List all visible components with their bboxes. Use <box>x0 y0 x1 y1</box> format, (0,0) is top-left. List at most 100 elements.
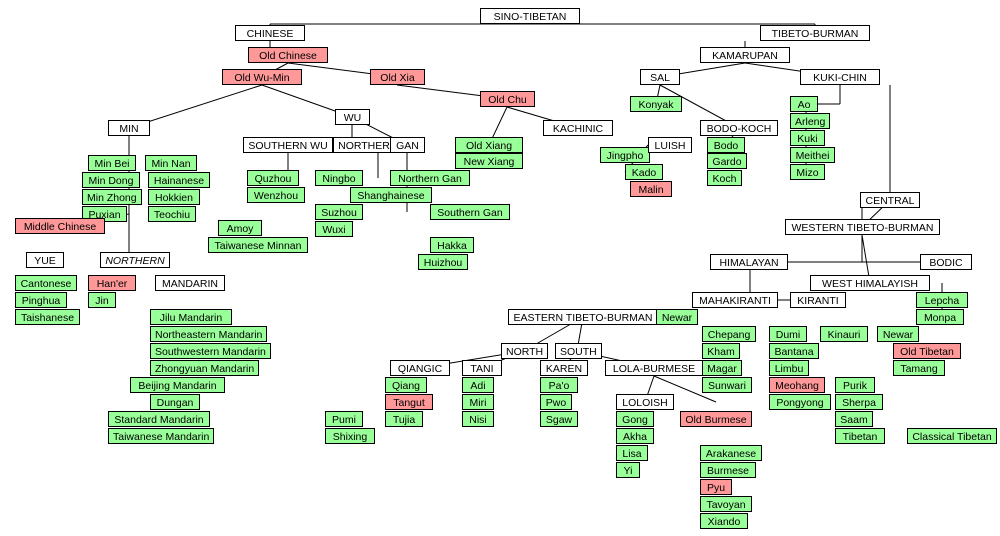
node-southwestern-mandarin: Southwestern Mandarin <box>150 343 271 359</box>
node-beijing-mandarin: Beijing Mandarin <box>130 377 225 393</box>
node-konyak: Konyak <box>630 96 682 112</box>
node-tujia: Tujia <box>385 411 423 427</box>
node-luish: LUISH <box>648 137 692 153</box>
node-northeastern-mandarin: Northeastern Mandarin <box>150 326 267 342</box>
node-sal: SAL <box>640 69 680 85</box>
node-shanghainese: Shanghainese <box>350 187 432 203</box>
node-gan: GAN <box>390 137 425 153</box>
node-tibetan: Tibetan <box>835 428 885 444</box>
node-tavoyan: Tavoyan <box>700 496 752 512</box>
node-pongyong: Pongyong <box>769 394 831 410</box>
node-wuxi: Wuxi <box>315 221 353 237</box>
node-min-dong: Min Dong <box>82 172 140 188</box>
node-west-himalayish: WEST HIMALAYISH <box>810 275 930 291</box>
node-old-chinese: Old Chinese <box>248 47 328 63</box>
node-old-chu: Old Chu <box>480 91 535 107</box>
node-akha: Akha <box>616 428 654 444</box>
node-pinghua: Pinghua <box>15 292 67 308</box>
node-wenzhou: Wenzhou <box>247 187 305 203</box>
node-mahakiranti: MAHAKIRANTI <box>692 292 778 308</box>
node-kuki: Kuki <box>790 130 825 146</box>
node-kham: Kham <box>702 343 740 359</box>
node-taishanese: Taishanese <box>15 309 80 325</box>
node-ningbo: Ningbo <box>315 170 363 186</box>
node-min-bei: Min Bei <box>88 155 136 171</box>
node-new-xiang: New Xiang <box>455 153 523 169</box>
node-chinese: CHINESE <box>235 25 305 41</box>
node-kiranti: KIRANTI <box>790 292 846 308</box>
node-adi: Adi <box>462 377 494 393</box>
node-koch: Koch <box>707 170 742 186</box>
node-arakanese: Arakanese <box>700 445 762 461</box>
node-cantonese: Cantonese <box>15 275 77 291</box>
node-bodo: Bodo <box>707 137 745 153</box>
node-haner: Han'er <box>88 275 136 291</box>
node-northern-gan: Northern Gan <box>390 170 470 186</box>
node-min: MIN <box>108 120 150 136</box>
node-old-xiang: Old Xiang <box>455 137 523 153</box>
node-lisa: Lisa <box>616 445 648 461</box>
node-qiangic: QIANGIC <box>390 360 450 376</box>
node-lepcha: Lepcha <box>916 292 968 308</box>
node-taiwanese-minnan: Taiwanese Minnan <box>208 237 308 253</box>
node-jilu-mandarin: Jilu Mandarin <box>150 309 232 325</box>
node-old-xia: Old Xia <box>370 69 425 85</box>
node-mandarin: MANDARIN <box>155 275 225 291</box>
node-hakka: Hakka <box>430 237 474 253</box>
node-suzhou: Suzhou <box>315 204 363 220</box>
node-purik: Purik <box>835 377 875 393</box>
node-north: NORTH <box>501 343 548 359</box>
node-southern-wu: SOUTHERN WU <box>243 137 333 153</box>
node-bodo-koch: BODO-KOCH <box>700 120 778 136</box>
node-middle-chinese: Middle Chinese <box>15 218 105 234</box>
node-xiando: Xiando <box>700 513 748 529</box>
node-newar: Newar <box>656 309 698 325</box>
node-wu: WU <box>335 109 370 125</box>
node-hainanese: Hainanese <box>148 172 210 188</box>
node-dumi: Dumi <box>769 326 807 342</box>
node-pyu: Pyu <box>700 479 732 495</box>
node-western-tibeto-burman: WESTERN TIBETO-BURMAN <box>785 219 940 235</box>
node-hokkien: Hokkien <box>148 189 200 205</box>
language-tree: SINO-TIBETANCHINESETIBETO-BURMANOld Chin… <box>0 0 1000 536</box>
node-shixing: Shixing <box>325 428 375 444</box>
node-taiwanese-mandarin: Taiwanese Mandarin <box>108 428 214 444</box>
node-bodic: BODIC <box>920 254 972 270</box>
node-kamarupan: KAMARUPAN <box>700 47 790 63</box>
node-kachinic: KACHINIC <box>543 120 613 136</box>
node-burmese: Burmese <box>700 462 756 478</box>
node-southern-gan: Southern Gan <box>430 204 510 220</box>
node-jin: Jin <box>88 292 116 308</box>
node-qiang: Qiang <box>385 377 427 393</box>
node-miri: Miri <box>462 394 494 410</box>
node-gardo: Gardo <box>707 153 747 169</box>
node-magar: Magar <box>702 360 742 376</box>
node-yi: Yi <box>616 462 640 478</box>
node-kinauri: Kinauri <box>820 326 868 342</box>
node-saam: Saam <box>835 411 873 427</box>
node-zhongyuan-mandarin: Zhongyuan Mandarin <box>150 360 259 376</box>
node-old-burmese: Old Burmese <box>680 411 752 427</box>
node-tibeto-burman: TIBETO-BURMAN <box>760 25 870 41</box>
node-loloish: LOLOISH <box>616 394 674 410</box>
node-tani: TANI <box>462 360 502 376</box>
node-sunwari: Sunwari <box>702 377 752 393</box>
node-bantana: Bantana <box>769 343 819 359</box>
node-kado: Kado <box>625 164 663 180</box>
node-old-tibetan: Old Tibetan <box>893 343 961 359</box>
node-standard-mandarin: Standard Mandarin <box>108 411 210 427</box>
node-northern: NORTHERN <box>100 252 170 268</box>
node-arleng: Arleng <box>790 113 830 129</box>
node-himalayan: HIMALAYAN <box>710 254 788 270</box>
node-monpa: Monpa <box>916 309 964 325</box>
node-newar2: Newar <box>877 326 919 342</box>
node-dungan: Dungan <box>150 394 200 410</box>
node-tamang: Tamang <box>893 360 945 376</box>
node-ao: Ao <box>790 96 818 112</box>
node-tangut: Tangut <box>385 394 433 410</box>
node-pao: Pa'o <box>540 377 578 393</box>
node-meithei: Meithei <box>790 147 835 163</box>
node-teochiu: Teochiu <box>148 206 196 222</box>
node-pwo: Pwo <box>540 394 572 410</box>
node-classical-tibetan: Classical Tibetan <box>907 428 997 444</box>
